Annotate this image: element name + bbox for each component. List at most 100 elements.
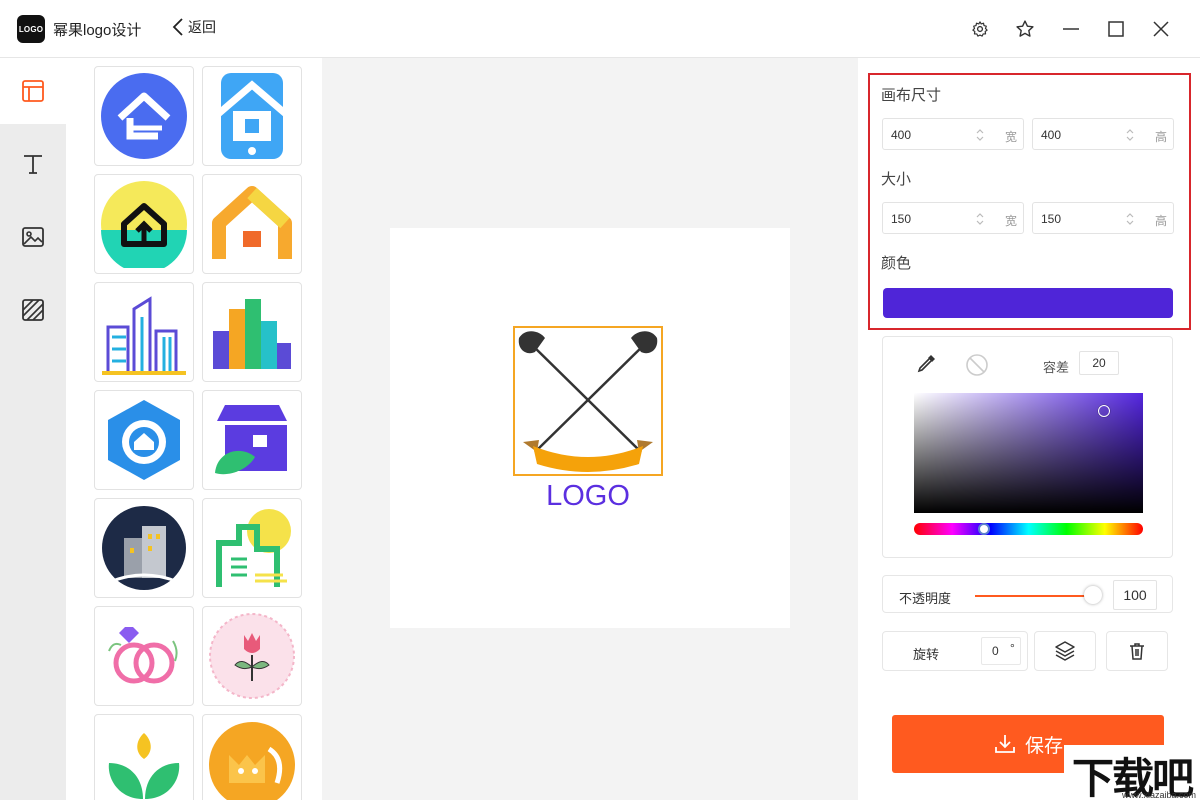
layers-icon (1055, 641, 1075, 661)
tolerance-input[interactable]: 20 (1079, 351, 1119, 375)
spinner-icon[interactable] (1125, 127, 1135, 143)
trash-icon (1130, 643, 1144, 660)
logo-thumb-rose-badge-pink[interactable] (202, 606, 302, 706)
canvas-height-input[interactable]: 400 高 (1032, 118, 1174, 150)
rail-item-text[interactable] (0, 131, 66, 197)
size-label: 大小 (881, 171, 912, 188)
rail-item-background[interactable] (0, 277, 66, 343)
shop-leaf-icon (215, 405, 287, 475)
text-icon (24, 155, 42, 174)
element-height-unit: 高 (1154, 214, 1167, 228)
logo-thumb-house-circle-yellow[interactable] (94, 174, 194, 274)
canvas-size-label: 画布尺寸 (881, 87, 942, 104)
rail-item-template[interactable] (0, 58, 66, 124)
hue-slider[interactable] (914, 523, 1143, 535)
image-icon (22, 227, 44, 247)
logo-thumb-hexagon-house-blue[interactable] (94, 390, 194, 490)
app-logo: LOGO (17, 15, 45, 43)
layers-button[interactable] (1034, 631, 1096, 671)
element-height-value: 150 (1041, 212, 1062, 226)
logo-thumb-cat-circle-orange[interactable] (202, 714, 302, 800)
house-logo-icon (101, 73, 187, 159)
background-icon (22, 299, 44, 321)
logo-thumb-house-phone-blue[interactable] (202, 66, 302, 166)
logo-thumb-rings-diamond-pink[interactable] (94, 606, 194, 706)
logo-thumb-building-green-sun[interactable] (202, 498, 302, 598)
watermark-url: www.xiazaiba.com (1121, 790, 1196, 800)
city-skyline-icon (102, 296, 186, 375)
close-icon (1153, 21, 1169, 37)
gear-icon (972, 21, 988, 37)
chevron-left-icon (172, 18, 183, 36)
no-color-icon[interactable] (965, 353, 989, 377)
tolerance-label: 容差 (1043, 360, 1070, 375)
design-canvas[interactable]: LOGO (390, 228, 790, 628)
color-handle[interactable] (1098, 405, 1110, 417)
canvas-width-input[interactable]: 400 宽 (882, 118, 1024, 150)
delete-button[interactable] (1106, 631, 1168, 671)
logo-thumb-city-skyline-outline[interactable] (94, 282, 194, 382)
minimize-button[interactable] (1058, 16, 1084, 42)
rings-diamond-icon (108, 627, 178, 684)
rotate-row: 旋转 0 ° (882, 631, 1028, 671)
opacity-slider-thumb[interactable] (1084, 586, 1102, 604)
close-button[interactable] (1148, 16, 1174, 42)
opacity-input[interactable]: 100 (1113, 580, 1157, 610)
title-bar: LOGO 幂果logo设计 返回 (0, 0, 1200, 58)
hue-handle[interactable] (978, 523, 990, 535)
logo-text[interactable]: LOGO (490, 480, 686, 513)
opacity-slider-track[interactable] (975, 595, 1093, 597)
maximize-icon (1108, 21, 1124, 37)
app-title: 幂果logo设计 (53, 22, 142, 39)
element-width-value: 150 (891, 212, 912, 226)
logo-thumb-house-circle-blue[interactable] (94, 66, 194, 166)
spinner-icon[interactable] (1125, 211, 1135, 227)
canvas-height-unit: 高 (1154, 130, 1167, 144)
watermark: 下载吧 www.xiazaiba.com (1064, 745, 1200, 800)
star-icon (1016, 20, 1034, 37)
back-button[interactable]: 返回 (172, 17, 216, 37)
settings-button[interactable] (967, 16, 993, 42)
city-color-icon (213, 299, 291, 369)
color-picker: 容差 20 (882, 336, 1173, 558)
rotate-label: 旋转 (913, 647, 940, 662)
house-phone-icon (214, 73, 290, 159)
house-gradient-icon (212, 186, 292, 259)
house-upload-icon (101, 181, 187, 268)
logo-thumb-building-night-circle[interactable] (94, 498, 194, 598)
rotate-input[interactable]: 0 ° (981, 637, 1021, 665)
rotate-unit: ° (1010, 641, 1015, 655)
element-height-input[interactable]: 150 高 (1032, 202, 1174, 234)
rotate-value: 0 (992, 644, 999, 658)
rail-item-image[interactable] (0, 204, 66, 270)
properties-panel: 画布尺寸 400 宽 400 高 大小 150 宽 150 高 颜色 容差 20 (858, 58, 1200, 800)
spinner-icon[interactable] (975, 211, 985, 227)
logo-thumb-plant-leaves-green[interactable] (94, 714, 194, 800)
save-label: 保存 (1024, 735, 1063, 757)
selected-logo-element[interactable] (513, 326, 663, 476)
back-label: 返回 (188, 19, 216, 35)
opacity-label: 不透明度 (899, 591, 952, 606)
maximize-button[interactable] (1103, 16, 1129, 42)
logo-thumb-house-gradient-orange[interactable] (202, 174, 302, 274)
element-width-input[interactable]: 150 宽 (882, 202, 1024, 234)
canvas-height-value: 400 (1041, 128, 1062, 142)
canvas-width-unit: 宽 (1004, 130, 1017, 144)
plant-leaves-icon (108, 733, 180, 799)
logo-thumb-shop-leaf-purple[interactable] (202, 390, 302, 490)
hexagon-house-icon (108, 400, 180, 480)
tool-rail (0, 58, 66, 800)
spinner-icon[interactable] (975, 127, 985, 143)
logo-thumb-city-skyline-color[interactable] (202, 282, 302, 382)
canvas-width-value: 400 (891, 128, 912, 142)
saturation-value-area[interactable] (914, 393, 1143, 513)
template-icon (22, 80, 44, 102)
eyedropper-icon[interactable] (917, 353, 937, 373)
color-swatch[interactable] (883, 288, 1173, 318)
favorite-button[interactable] (1012, 16, 1038, 42)
building-sun-icon (216, 509, 291, 587)
crossed-axes-icon (518, 331, 658, 472)
rose-badge-icon (209, 613, 295, 699)
minimize-icon (1063, 28, 1079, 30)
building-night-icon (102, 506, 186, 590)
